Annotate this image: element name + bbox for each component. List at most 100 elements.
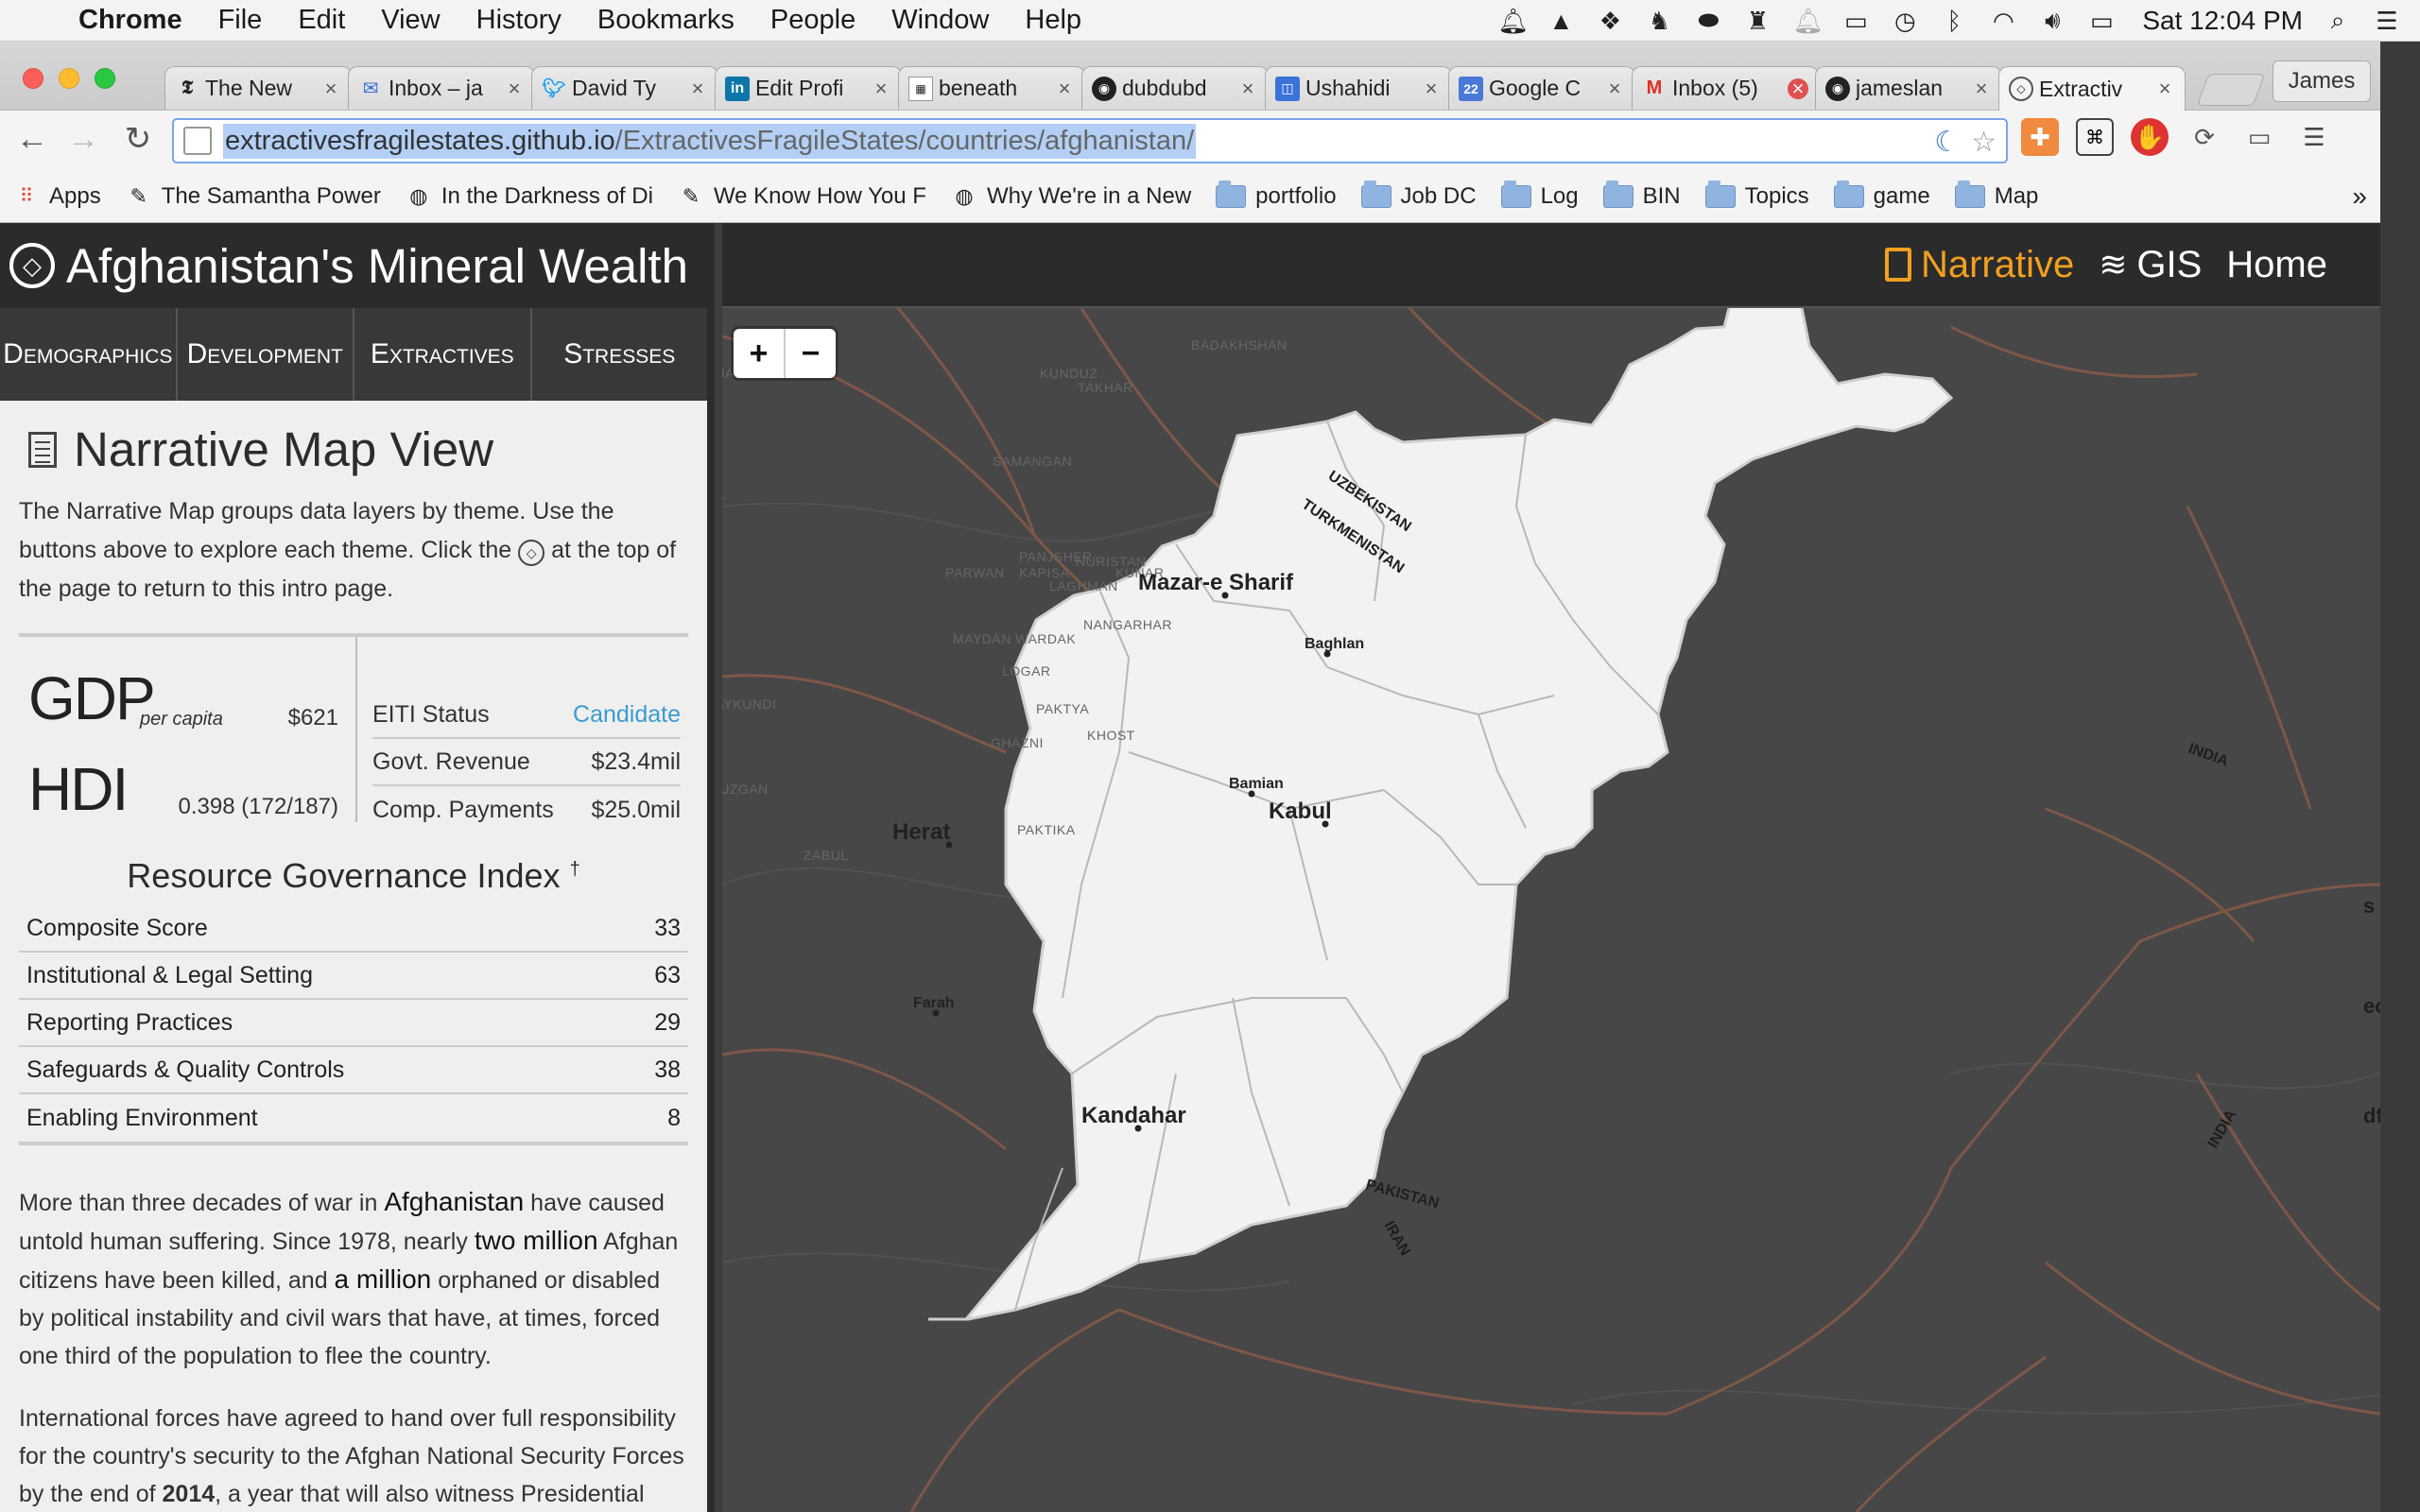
extractives-logo-icon[interactable]: ◇ bbox=[9, 243, 55, 288]
theme-stresses-button[interactable]: Stresses bbox=[532, 308, 708, 401]
menubar-clock[interactable]: Sat 12:04 PM bbox=[2142, 6, 2303, 36]
volume-icon[interactable]: 🔊︎ bbox=[2038, 6, 2066, 36]
bookmark-item[interactable]: ✎ We Know How You F bbox=[678, 183, 926, 210]
bell-icon[interactable]: 🔔︎ bbox=[1497, 7, 1529, 36]
close-tab-icon[interactable]: × bbox=[1054, 77, 1075, 101]
eiti-status-link[interactable]: Candidate bbox=[573, 701, 681, 729]
theme-extractives-button[interactable]: Extractives bbox=[354, 308, 532, 401]
folder-icon bbox=[1216, 180, 1247, 208]
bookmark-star-icon[interactable]: ☆ bbox=[1971, 126, 1996, 159]
tab-linkedin[interactable]: in Edit Profi × bbox=[715, 66, 902, 110]
spotlight-icon[interactable]: ⌕ bbox=[2324, 6, 2352, 36]
evernote-icon[interactable]: ♞ bbox=[1645, 7, 1673, 36]
close-tab-icon[interactable]: × bbox=[1604, 77, 1625, 101]
tab-inbox[interactable]: ✉ Inbox – ja × bbox=[348, 66, 535, 110]
profile-button[interactable]: James bbox=[2273, 60, 2371, 102]
nav-narrative-link[interactable]: Narrative bbox=[1884, 244, 2074, 286]
time-machine-icon[interactable]: ◷ bbox=[1891, 7, 1919, 36]
tab-title: Ushahidi bbox=[1305, 76, 1391, 100]
tab-nyt[interactable]: 𝕿 The New × bbox=[164, 66, 352, 110]
tab-extractives[interactable]: ◇ Extractiv × bbox=[1998, 66, 2186, 111]
menu-window[interactable]: Window bbox=[873, 5, 1007, 36]
folder-icon bbox=[1360, 180, 1392, 208]
tab-github-dubdub[interactable]: ◉ dubdubd × bbox=[1081, 66, 1269, 110]
menu-people[interactable]: People bbox=[752, 5, 873, 36]
theme-development-button[interactable]: Development bbox=[178, 308, 354, 401]
bookmark-folder[interactable]: BIN bbox=[1602, 180, 1681, 210]
dropbox-icon[interactable]: ❖ bbox=[1596, 7, 1624, 36]
bell-muted-icon[interactable]: 🔔︎ bbox=[1792, 7, 1824, 36]
bookmarks-overflow-icon[interactable]: » bbox=[2352, 181, 2367, 212]
bookmark-item[interactable]: ◍ In the Darkness of Di bbox=[406, 183, 653, 210]
menu-file[interactable]: File bbox=[200, 5, 281, 36]
bookmark-item[interactable]: ◍ Why We're in a New bbox=[951, 183, 1191, 210]
forward-icon[interactable]: → bbox=[62, 118, 104, 160]
close-tab-icon[interactable]: × bbox=[687, 77, 708, 101]
rgi-footnote-mark[interactable]: † bbox=[570, 859, 580, 880]
night-mode-icon[interactable]: ☾ bbox=[1934, 126, 1960, 159]
bookmark-folder[interactable]: Map bbox=[1954, 180, 2038, 210]
menu-app-name[interactable]: Chrome bbox=[60, 5, 200, 36]
close-tab-icon[interactable]: × bbox=[1788, 77, 1808, 99]
city-label-herat: Herat bbox=[892, 819, 950, 845]
bookmark-item[interactable]: ✎ The Samantha Power bbox=[126, 183, 380, 210]
close-tab-icon[interactable]: × bbox=[504, 77, 525, 101]
tab-twitter[interactable]: 🐦︎ David Ty × bbox=[531, 66, 718, 110]
close-tab-icon[interactable]: × bbox=[1237, 77, 1258, 101]
sidebar-content: Narrative Map View The Narrative Map gro… bbox=[0, 421, 707, 1512]
nav-gis-link[interactable]: ≋ GIS bbox=[2099, 244, 2202, 286]
map-canvas[interactable]: JAWZJANKUNDUZTAKHARBADAKHSHANFARYABSAMAN… bbox=[722, 223, 2380, 1512]
wifi-icon[interactable]: ◠ bbox=[1989, 7, 2017, 36]
nav-home-link[interactable]: Home bbox=[2226, 244, 2327, 286]
chrome-menu-icon[interactable]: ☰ bbox=[2295, 118, 2333, 156]
tab-github-jameslan[interactable]: ◉ jameslan × bbox=[1815, 66, 2002, 110]
notification-center-icon[interactable]: ☰ bbox=[2373, 7, 2401, 36]
tab-ushahidi[interactable]: ◫ Ushahidi × bbox=[1265, 66, 1452, 110]
close-tab-icon[interactable]: × bbox=[320, 77, 341, 101]
add-extension-icon[interactable]: ✚ bbox=[2021, 118, 2059, 156]
airplay-icon[interactable]: ▭ bbox=[1841, 7, 1870, 36]
site-brand[interactable]: ◇ Afghanistan's Mineral Wealth bbox=[0, 223, 707, 308]
menu-help[interactable]: Help bbox=[1007, 5, 1099, 36]
bookmark-folder[interactable]: portfolio bbox=[1216, 180, 1337, 210]
hat-icon[interactable]: ⬬ bbox=[1694, 6, 1722, 36]
bookmark-folder[interactable]: game bbox=[1833, 180, 1930, 210]
battery-icon[interactable]: ▭ bbox=[2087, 7, 2116, 36]
zoom-window-button[interactable] bbox=[95, 68, 115, 89]
bluetooth-icon[interactable]: ᛒ bbox=[1940, 7, 1968, 36]
minimize-window-button[interactable] bbox=[59, 68, 79, 89]
reload-icon[interactable]: ↻ bbox=[117, 118, 159, 160]
bookmark-apps[interactable]: ⠿ Apps bbox=[13, 183, 101, 210]
zoom-in-button[interactable]: + bbox=[734, 329, 786, 378]
readability-icon[interactable]: ⌘ bbox=[2076, 118, 2114, 156]
tab-google-calendar[interactable]: 22 Google C × bbox=[1448, 66, 1635, 110]
address-url[interactable]: extractivesfragilestates.github.io/Extra… bbox=[223, 123, 1197, 159]
cast-icon[interactable]: ▭ bbox=[2240, 118, 2278, 156]
close-tab-icon[interactable]: × bbox=[871, 77, 891, 101]
bookmark-folder[interactable]: Job DC bbox=[1360, 180, 1477, 210]
address-bar[interactable]: extractivesfragilestates.github.io/Extra… bbox=[172, 118, 2008, 163]
theme-demographics-button[interactable]: Demographics bbox=[0, 308, 178, 401]
drive-icon[interactable]: ▲ bbox=[1547, 7, 1575, 36]
bookmark-folder[interactable]: Log bbox=[1500, 180, 1579, 210]
tab-gmail[interactable]: M Inbox (5) × bbox=[1632, 66, 1819, 110]
tab-beneath[interactable]: ▦ beneath × bbox=[898, 66, 1085, 110]
menu-edit[interactable]: Edit bbox=[280, 5, 363, 36]
close-tab-icon[interactable]: × bbox=[2154, 77, 2175, 101]
menu-history[interactable]: History bbox=[458, 5, 579, 36]
adblock-icon[interactable]: ✋ bbox=[2131, 118, 2169, 156]
zoom-out-button[interactable]: − bbox=[786, 329, 836, 378]
new-tab-button[interactable] bbox=[2196, 74, 2266, 106]
sync-icon[interactable]: ⟳ bbox=[2186, 118, 2223, 156]
page-info-icon[interactable] bbox=[183, 127, 212, 155]
bookmark-folder[interactable]: Topics bbox=[1704, 180, 1809, 210]
close-tab-icon[interactable]: × bbox=[1971, 77, 1992, 101]
map-panel[interactable]: JAWZJANKUNDUZTAKHARBADAKHSHANFARYABSAMAN… bbox=[722, 223, 2380, 1512]
back-icon[interactable]: ← bbox=[11, 118, 53, 160]
stat-label: Govt. Revenue bbox=[372, 747, 530, 775]
elephant-icon[interactable]: ♜ bbox=[1743, 7, 1772, 36]
close-tab-icon[interactable]: × bbox=[1421, 77, 1442, 101]
menu-view[interactable]: View bbox=[363, 5, 458, 36]
menu-bookmarks[interactable]: Bookmarks bbox=[579, 5, 752, 36]
close-window-button[interactable] bbox=[23, 68, 43, 89]
